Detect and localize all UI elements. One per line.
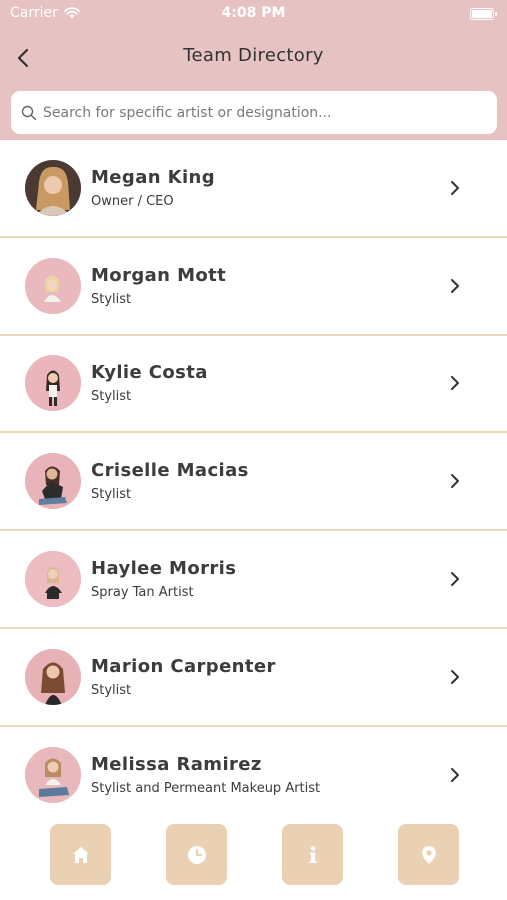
member-role: Stylist	[91, 389, 132, 405]
member-role: Stylist	[91, 682, 132, 698]
member-role: Stylist and Permeant Makeup Artist	[91, 780, 321, 796]
search-input[interactable]	[43, 104, 483, 121]
avatar	[25, 648, 81, 705]
avatar	[25, 551, 81, 608]
chevron-right-icon	[451, 572, 459, 587]
search-box[interactable]	[11, 91, 497, 134]
search-icon	[21, 105, 37, 120]
chevron-right-icon	[451, 474, 459, 489]
team-list: Megan King Owner / CEO Morgan Mott Styli…	[0, 140, 507, 829]
chevron-right-icon	[451, 767, 459, 782]
avatar	[25, 453, 81, 510]
status-time: 4:08 PM	[221, 5, 286, 21]
avatar	[25, 746, 81, 803]
tab-info[interactable]	[282, 824, 343, 885]
team-member-row[interactable]: Haylee Morris Spray Tan Artist	[0, 531, 507, 633]
member-name: Haylee Morris	[91, 558, 237, 580]
tab-hours[interactable]	[166, 824, 227, 885]
team-member-row[interactable]: Marion Carpenter Stylist	[0, 628, 507, 731]
status-bar: Carrier 4:08 PM	[0, 0, 507, 28]
team-member-row[interactable]: Kylie Costa Stylist	[0, 335, 507, 438]
member-name: Criselle Macias	[91, 460, 249, 482]
team-member-row[interactable]: Megan King Owner / CEO	[0, 140, 507, 242]
nav-bar: Team Directory	[0, 36, 507, 80]
chevron-right-icon	[451, 180, 459, 195]
team-member-row[interactable]: Morgan Mott Stylist	[0, 237, 507, 340]
avatar	[25, 355, 81, 412]
chevron-right-icon	[451, 278, 459, 293]
header: Carrier 4:08 PM Team Directory	[0, 0, 507, 140]
avatar	[25, 257, 81, 314]
tab-home[interactable]	[50, 824, 111, 885]
tab-bar	[0, 804, 507, 900]
clock-icon	[187, 845, 206, 864]
member-role: Spray Tan Artist	[91, 585, 194, 601]
team-member-row[interactable]: Criselle Macias Stylist	[0, 433, 507, 535]
member-name: Marion Carpenter	[91, 655, 276, 677]
member-role: Stylist	[91, 487, 132, 503]
chevron-right-icon	[451, 669, 459, 684]
member-name: Morgan Mott	[91, 264, 227, 286]
chevron-right-icon	[451, 376, 459, 391]
avatar	[25, 159, 81, 216]
member-name: Megan King	[91, 166, 216, 188]
member-name: Melissa Ramirez	[91, 753, 262, 775]
member-role: Owner / CEO	[91, 193, 174, 209]
location-pin-icon	[421, 845, 436, 864]
info-icon	[309, 845, 316, 863]
member-role: Stylist	[91, 291, 132, 307]
page-title: Team Directory	[183, 45, 324, 66]
member-name: Kylie Costa	[91, 362, 208, 384]
tab-location[interactable]	[398, 824, 459, 885]
home-icon	[72, 846, 89, 863]
battery-icon	[470, 8, 497, 20]
